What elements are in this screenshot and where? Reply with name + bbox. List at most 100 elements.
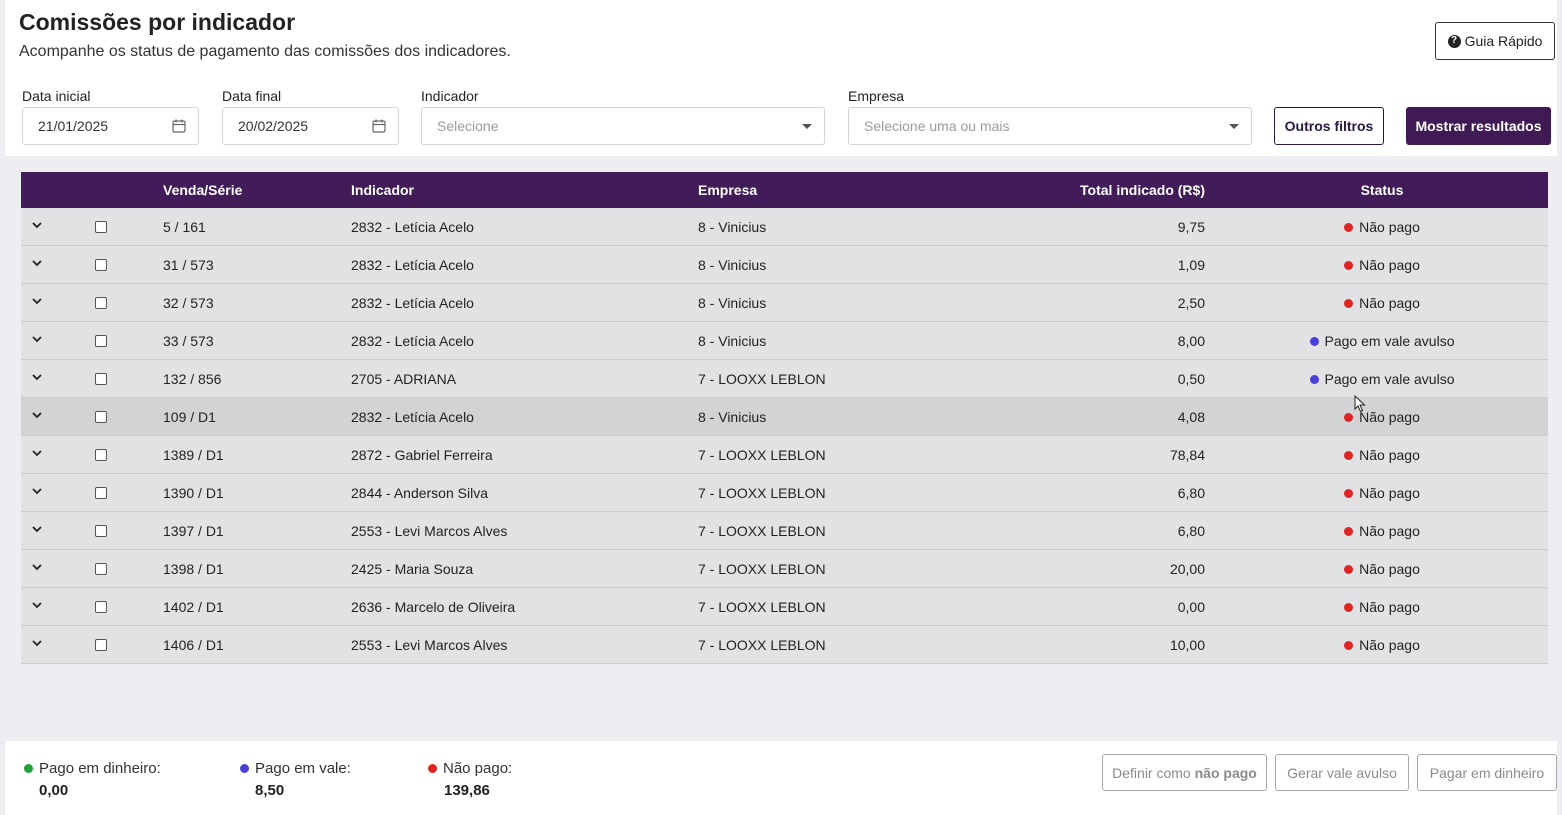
column-header-total[interactable]: Total indicado (R$)	[1080, 182, 1205, 198]
status-dot-icon	[1309, 337, 1319, 346]
cell-empresa: 7 - LOOXX LEBLON	[698, 523, 826, 539]
table-row[interactable]: 1390 / D1 2844 - Anderson Silva 7 - LOOXX …	[21, 474, 1548, 512]
row-checkbox[interactable]	[95, 487, 107, 499]
cell-venda: 1406 / D1	[163, 637, 224, 653]
chevron-down-icon[interactable]	[32, 220, 42, 230]
table-row[interactable]: 5 / 161 2832 - Letícia Acelo 8 - Vinicius 9…	[21, 208, 1548, 246]
column-header-status[interactable]: Status	[1205, 182, 1559, 198]
table-header: Venda/Série Indicador Empresa Total indi…	[21, 172, 1548, 208]
cell-venda: 1397 / D1	[163, 523, 224, 539]
column-header-empresa[interactable]: Empresa	[698, 182, 757, 198]
table-row[interactable]: 33 / 573 2832 - Letícia Acelo 8 - Vinicius…	[21, 322, 1548, 360]
cell-venda: 1389 / D1	[163, 447, 224, 463]
calendar-icon	[372, 119, 386, 133]
row-checkbox[interactable]	[95, 563, 107, 575]
cell-empresa: 7 - LOOXX LEBLON	[698, 561, 826, 577]
mouse-cursor-icon	[1354, 395, 1366, 413]
status-dot-icon	[1344, 527, 1354, 536]
filters-panel: Comissões por indicador Acompanhe os sta…	[5, 0, 1557, 156]
table-row[interactable]: 109 / D1 2832 - Letícia Acelo 8 - Vinicius…	[21, 398, 1548, 436]
table-row[interactable]: 32 / 573 2832 - Letícia Acelo 8 - Vinicius…	[21, 284, 1548, 322]
chevron-down-icon[interactable]	[32, 296, 42, 306]
cell-venda: 32 / 573	[163, 295, 214, 311]
table-row[interactable]: 31 / 573 2832 - Letícia Acelo 8 - Vinicius…	[21, 246, 1548, 284]
table-row[interactable]: 132 / 856 2705 - ADRIANA 7 - LOOXX LEBLON 0…	[21, 360, 1548, 398]
end-date-value: 20/02/2025	[238, 118, 309, 134]
column-header-indicador[interactable]: Indicador	[351, 182, 414, 198]
company-select[interactable]: Selecione uma ou mais	[848, 107, 1252, 145]
table-row[interactable]: 1398 / D1 2425 - Maria Souza 7 - LOOXX LEB…	[21, 550, 1548, 588]
row-checkbox[interactable]	[95, 449, 107, 461]
table-row[interactable]: 1397 / D1 2553 - Levi Marcos Alves 7 - LOO…	[21, 512, 1548, 550]
indicator-select[interactable]: Selecione	[421, 107, 825, 145]
cell-empresa: 7 - LOOXX LEBLON	[698, 637, 826, 653]
pay-cash-button[interactable]: Pagar em dinheiro	[1417, 754, 1557, 791]
quick-guide-button[interactable]: ? Guia Rápido	[1435, 22, 1555, 60]
row-checkbox[interactable]	[95, 525, 107, 537]
chevron-down-icon[interactable]	[32, 372, 42, 382]
chevron-down-icon[interactable]	[32, 258, 42, 268]
chevron-down-icon[interactable]	[32, 638, 42, 648]
cell-status: Não pago	[1205, 561, 1559, 577]
chevron-down-icon[interactable]	[32, 524, 42, 534]
table-row[interactable]: 1406 / D1 2553 - Levi Marcos Alves 7 - LOO…	[21, 626, 1548, 664]
status-text: Não pago	[1359, 523, 1420, 539]
cell-total: 2,50	[1177, 295, 1205, 311]
status-dot-icon	[1344, 603, 1354, 612]
show-results-button[interactable]: Mostrar resultados	[1406, 107, 1551, 145]
cell-empresa: 7 - LOOXX LEBLON	[698, 485, 826, 501]
row-checkbox[interactable]	[95, 335, 107, 347]
row-checkbox[interactable]	[95, 373, 107, 385]
start-date-input[interactable]: 21/01/2025	[22, 107, 199, 145]
set-unpaid-prefix: Definir como	[1112, 764, 1191, 781]
chevron-down-icon[interactable]	[32, 448, 42, 458]
status-dot-icon	[1344, 261, 1354, 270]
cell-total: 10,00	[1169, 637, 1205, 653]
row-checkbox[interactable]	[95, 221, 107, 233]
cell-total: 6,80	[1177, 485, 1205, 501]
status-text: Não pago	[1359, 295, 1420, 311]
cell-empresa: 8 - Vinicius	[698, 295, 767, 311]
status-text: Não pago	[1359, 599, 1420, 615]
row-checkbox[interactable]	[95, 297, 107, 309]
row-checkbox[interactable]	[95, 411, 107, 423]
chevron-down-icon[interactable]	[32, 410, 42, 420]
cell-status: Não pago	[1205, 409, 1559, 425]
legend-voucher-value: 8,50	[255, 782, 285, 799]
cell-venda: 5 / 161	[163, 219, 206, 235]
cell-status: Não pago	[1205, 523, 1559, 539]
status-text: Não pago	[1359, 637, 1420, 653]
cell-status: Não pago	[1205, 295, 1559, 311]
generate-voucher-button[interactable]: Gerar vale avulso	[1275, 754, 1409, 791]
chevron-down-icon[interactable]	[32, 334, 42, 344]
status-text: Não pago	[1359, 409, 1420, 425]
cell-venda: 1402 / D1	[163, 599, 224, 615]
start-date-label: Data inicial	[22, 88, 91, 104]
table-row[interactable]: 1402 / D1 2636 - Marcelo de Oliveira 7 - L…	[21, 588, 1548, 626]
chevron-down-icon[interactable]	[32, 562, 42, 572]
column-header-venda[interactable]: Venda/Série	[163, 182, 242, 198]
cell-indicador: 2832 - Letícia Acelo	[351, 295, 474, 311]
cell-status: Pago em vale avulso	[1205, 371, 1559, 387]
caret-down-icon	[1229, 123, 1239, 129]
legend-unpaid-label: Não pago:	[443, 760, 513, 777]
cell-total: 0,00	[1177, 599, 1205, 615]
set-unpaid-button[interactable]: Definir como não pago	[1102, 754, 1267, 791]
status-text: Pago em vale avulso	[1324, 333, 1455, 349]
cell-indicador: 2636 - Marcelo de Oliveira	[351, 599, 516, 615]
row-checkbox[interactable]	[95, 259, 107, 271]
row-checkbox[interactable]	[95, 639, 107, 651]
set-unpaid-bold: não pago	[1194, 764, 1257, 781]
other-filters-button[interactable]: Outros filtros	[1274, 107, 1384, 145]
cell-status: Não pago	[1205, 637, 1559, 653]
end-date-input[interactable]: 20/02/2025	[222, 107, 399, 145]
table-row[interactable]: 1389 / D1 2872 - Gabriel Ferreira 7 - LOOX…	[21, 436, 1548, 474]
status-dot-icon	[1344, 565, 1354, 574]
row-checkbox[interactable]	[95, 601, 107, 613]
chevron-down-icon[interactable]	[32, 600, 42, 610]
chevron-down-icon[interactable]	[32, 486, 42, 496]
start-date-value: 21/01/2025	[38, 118, 109, 134]
blue-dot-icon	[240, 764, 249, 773]
caret-down-icon	[802, 123, 812, 129]
cell-indicador: 2425 - Maria Souza	[351, 561, 474, 577]
